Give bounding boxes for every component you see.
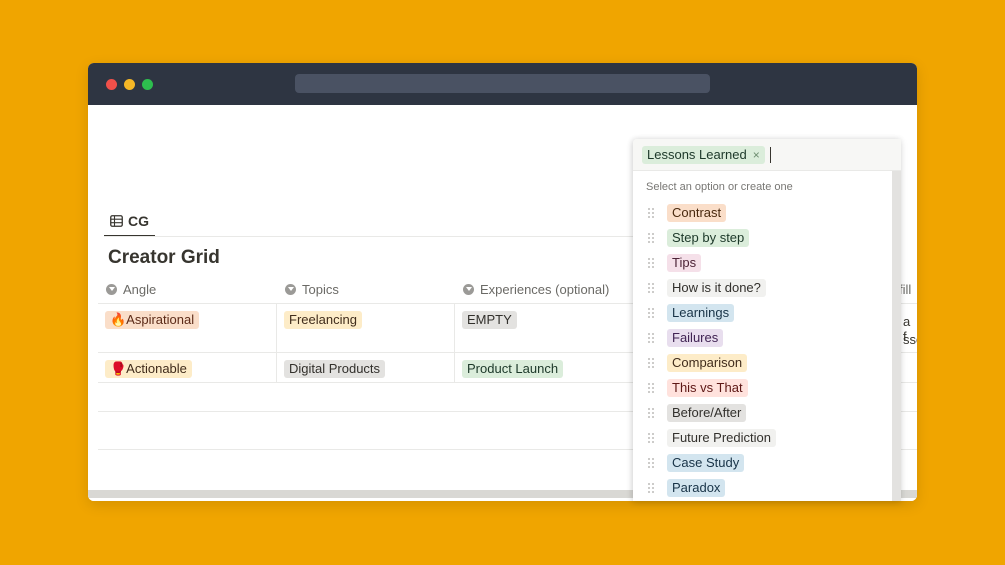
drag-handle-icon[interactable] xyxy=(648,258,655,269)
select-property-icon xyxy=(285,283,296,295)
option-item[interactable]: Failures xyxy=(633,326,891,351)
experience-tag[interactable]: EMPTY xyxy=(462,311,517,329)
fill-cell-text: sso xyxy=(903,332,917,347)
remove-tag-icon[interactable]: × xyxy=(753,146,760,164)
multi-select-dropdown: Lessons Learned × Select an option or cr… xyxy=(633,139,901,501)
option-item[interactable]: Comparison xyxy=(633,351,891,376)
option-item[interactable]: Learnings xyxy=(633,301,891,326)
tag-search-input[interactable]: Lessons Learned × xyxy=(633,139,901,171)
option-item[interactable]: Future Prediction xyxy=(633,426,891,451)
angle-tag[interactable]: 🔥Aspirational xyxy=(105,311,200,329)
maximize-window-button[interactable] xyxy=(142,79,153,90)
option-tag: How is it done? xyxy=(667,279,766,297)
option-tag: Before/After xyxy=(667,404,747,422)
column-header-label: Experiences (optional) xyxy=(480,281,610,297)
column-divider xyxy=(276,303,277,382)
option-tag: This vs That xyxy=(667,379,748,397)
selected-tag-lessons-learned[interactable]: Lessons Learned × xyxy=(642,146,765,164)
option-tag: Step by step xyxy=(667,229,750,247)
dropdown-scrollbar[interactable] xyxy=(892,171,901,501)
drag-handle-icon[interactable] xyxy=(648,283,655,294)
column-header-angle[interactable]: Angle xyxy=(106,277,156,301)
select-property-icon xyxy=(106,283,117,295)
option-tag: Comparison xyxy=(667,354,748,372)
drag-handle-icon[interactable] xyxy=(648,458,655,469)
drag-handle-icon[interactable] xyxy=(648,308,655,319)
tab-divider xyxy=(104,236,644,237)
angle-tag[interactable]: 🥊Actionable xyxy=(105,360,192,378)
database-title[interactable]: Creator Grid xyxy=(108,247,220,269)
column-header-experiences[interactable]: Experiences (optional) xyxy=(463,277,609,301)
option-tag: Case Study xyxy=(667,454,745,472)
drag-handle-icon[interactable] xyxy=(648,408,655,419)
topic-tag[interactable]: Freelancing xyxy=(284,311,362,329)
drag-handle-icon[interactable] xyxy=(648,208,655,219)
option-item[interactable]: Tips xyxy=(633,251,891,276)
option-item[interactable]: Contrast xyxy=(633,201,891,226)
option-tag: Future Prediction xyxy=(667,429,776,447)
minimize-window-button[interactable] xyxy=(124,79,135,90)
drag-handle-icon[interactable] xyxy=(648,433,655,444)
selected-tag-label: Lessons Learned xyxy=(647,147,747,162)
option-tag: Tips xyxy=(667,254,702,272)
option-item[interactable]: Step by step xyxy=(633,226,891,251)
close-window-button[interactable] xyxy=(106,79,117,90)
option-item[interactable]: Before/After xyxy=(633,401,891,426)
dropdown-hint: Select an option or create one xyxy=(646,181,793,193)
drag-handle-icon[interactable] xyxy=(648,383,655,394)
column-divider xyxy=(454,303,455,382)
drag-handle-icon[interactable] xyxy=(648,333,655,344)
option-tag: Learnings xyxy=(667,304,735,322)
option-item[interactable]: How is it done? xyxy=(633,276,891,301)
option-tag: Failures xyxy=(667,329,724,347)
text-cursor xyxy=(770,147,771,163)
option-item[interactable]: This vs That xyxy=(633,376,891,401)
drag-handle-icon[interactable] xyxy=(648,483,655,494)
column-header-label: Angle xyxy=(123,281,157,297)
experience-tag[interactable]: Product Launch xyxy=(462,360,564,378)
drag-handle-icon[interactable] xyxy=(648,358,655,369)
option-item[interactable]: Paradox xyxy=(633,476,891,501)
option-tag: Contrast xyxy=(667,204,727,222)
topic-tag[interactable]: Digital Products xyxy=(284,360,386,378)
table-icon xyxy=(110,215,123,227)
option-tag: Paradox xyxy=(667,479,726,497)
column-header-topics[interactable]: Topics xyxy=(285,277,339,301)
column-header-label: Topics xyxy=(302,281,339,297)
select-property-icon xyxy=(463,283,474,295)
drag-handle-icon[interactable] xyxy=(648,233,655,244)
browser-titlebar xyxy=(88,63,917,105)
address-bar[interactable] xyxy=(295,74,710,93)
view-tab-cg[interactable]: CG xyxy=(104,207,155,237)
option-item[interactable]: Case Study xyxy=(633,451,891,476)
view-tab-label: CG xyxy=(128,213,149,229)
